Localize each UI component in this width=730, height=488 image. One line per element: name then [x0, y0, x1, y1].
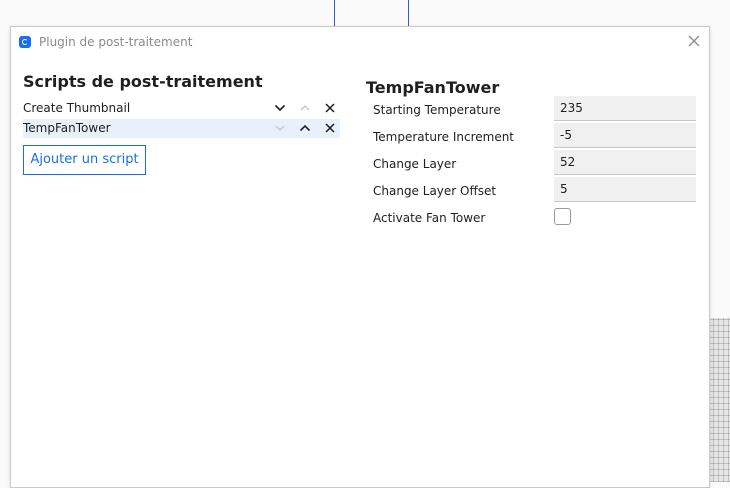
- script-item-tempfantower[interactable]: TempFanTower: [23, 119, 340, 138]
- chevron-up-icon: [300, 105, 310, 111]
- temperature-increment-input[interactable]: -5: [554, 123, 696, 148]
- cura-logo-icon: [19, 36, 31, 48]
- background-line: [408, 0, 409, 27]
- script-item-label: TempFanTower: [23, 121, 111, 135]
- settings-heading: TempFanTower: [366, 78, 500, 97]
- close-icon[interactable]: [323, 121, 337, 135]
- change-layer-offset-input[interactable]: 5: [554, 177, 696, 202]
- close-icon[interactable]: [323, 101, 337, 115]
- script-item-create-thumbnail[interactable]: Create Thumbnail: [23, 99, 340, 118]
- title-bar: Plugin de post-traitement: [11, 27, 709, 57]
- setting-label-activate-fan-tower: Activate Fan Tower: [373, 211, 486, 225]
- setting-label-starting-temperature: Starting Temperature: [373, 103, 501, 117]
- build-plate-preview: [708, 318, 730, 482]
- change-layer-input[interactable]: 52: [554, 150, 696, 175]
- add-script-button[interactable]: Ajouter un script: [23, 145, 146, 175]
- setting-label-change-layer-offset: Change Layer Offset: [373, 184, 497, 198]
- post-processing-dialog: Plugin de post-traitement Scripts de pos…: [10, 26, 710, 488]
- chevron-down-icon[interactable]: [273, 101, 287, 115]
- chevron-down-icon: [275, 125, 285, 131]
- setting-label-change-layer: Change Layer: [373, 157, 457, 171]
- close-icon[interactable]: [687, 34, 701, 48]
- activate-fan-tower-checkbox[interactable]: [554, 208, 571, 225]
- scripts-heading: Scripts de post-traitement: [23, 72, 263, 91]
- setting-label-temperature-increment: Temperature Increment: [373, 130, 515, 144]
- chevron-up-icon[interactable]: [298, 121, 312, 135]
- background-line: [334, 0, 335, 27]
- script-item-label: Create Thumbnail: [23, 101, 131, 115]
- starting-temperature-input[interactable]: 235: [554, 96, 696, 121]
- window-title: Plugin de post-traitement: [39, 35, 193, 49]
